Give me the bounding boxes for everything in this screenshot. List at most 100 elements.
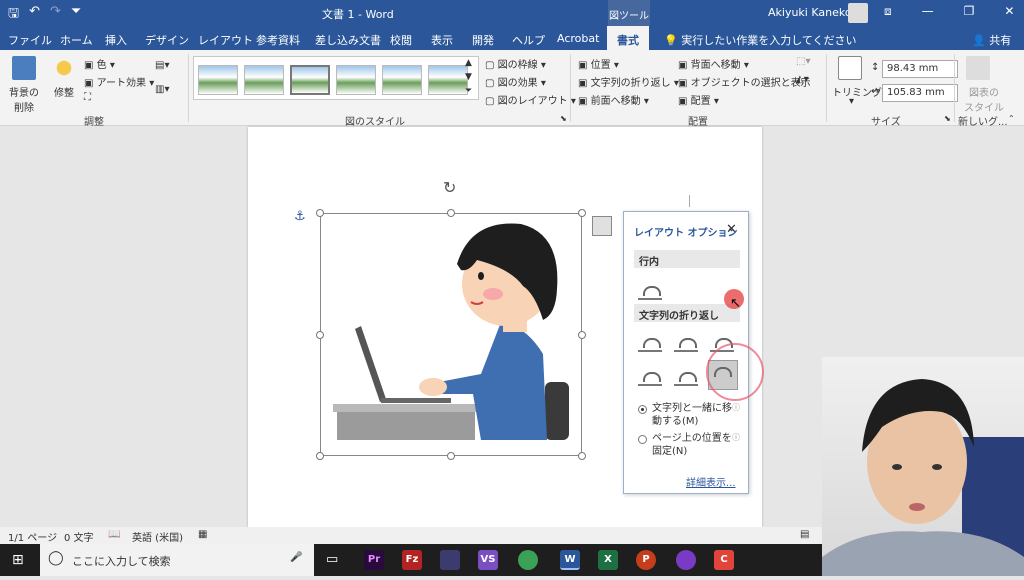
close-icon[interactable]: ✕ [1004,4,1014,19]
wrap-square-icon[interactable] [638,332,662,352]
move-with-text-radio[interactable] [638,405,647,414]
group-objects-icon[interactable]: ⬚▾ [796,56,810,67]
share-button[interactable]: 👤 共有 [972,32,1011,48]
tab-insert[interactable]: 挿入 [105,32,127,48]
gallery-scroll-up-icon[interactable]: ▲ [465,58,472,68]
tab-developer[interactable]: 開発 [472,32,494,48]
minimize-icon[interactable]: — [922,4,934,19]
position-button[interactable]: ▣ 位置 ▾ [578,56,619,71]
style-thumb[interactable] [428,65,468,95]
read-mode-icon[interactable]: ▤ [800,529,809,540]
page-count[interactable]: 1/1 ページ [8,529,57,544]
compress-icon[interactable]: ⛶ [84,92,91,103]
chart-styles-button[interactable]: 図表の スタイル [964,84,1004,114]
redo-icon[interactable]: ↷ [50,4,61,26]
ribbon-display-options-icon[interactable]: ⧈ [884,4,892,19]
bring-forward-button[interactable]: ▣ 前面へ移動 ▾ [578,92,649,107]
tab-home[interactable]: ホーム [60,32,93,48]
collapse-ribbon-icon[interactable]: ⌃ [1008,114,1015,123]
color-button[interactable]: ▣ 色 ▾ [84,56,115,71]
resize-handle[interactable] [316,331,324,339]
resize-handle[interactable] [578,452,586,460]
info-icon[interactable]: ⓘ [732,432,740,443]
remove-background-icon[interactable] [12,56,36,80]
selected-picture[interactable] [320,213,582,456]
tab-design[interactable]: デザイン [145,32,189,48]
wrap-top-bottom-icon[interactable] [638,366,662,386]
resize-handle[interactable] [578,209,586,217]
tab-references[interactable]: 参考資料 [256,32,300,48]
crop-icon[interactable] [838,56,862,80]
language-status[interactable]: 英語 (米国) [132,529,183,544]
undo-icon[interactable]: ↶ [29,4,40,26]
resize-handle[interactable] [447,209,455,217]
app-icon[interactable]: C [714,550,734,570]
style-thumb[interactable] [336,65,376,95]
corrections-button[interactable]: 修整 [54,84,74,99]
resize-handle[interactable] [447,452,455,460]
premiere-icon[interactable]: Pr [364,550,384,570]
close-icon[interactable]: ✕ [726,222,737,237]
rotate-objects-icon[interactable]: ◭▾ [796,74,809,85]
tab-layout[interactable]: レイアウト [198,32,253,48]
reset-picture-icon[interactable]: ▥▾ [155,84,169,95]
gallery-scroll-down-icon[interactable]: ▼ [465,72,472,82]
word-count[interactable]: 0 文字 [64,529,94,544]
send-backward-button[interactable]: ▣ 背面へ移動 ▾ [678,56,749,71]
microphone-icon[interactable]: 🎤 [290,552,302,563]
crop-dropdown-icon[interactable]: ▾ [849,96,854,107]
tab-format[interactable]: 書式 [607,26,649,50]
tab-mailings[interactable]: 差し込み文書 [315,32,381,48]
styles-dialog-launcher-icon[interactable]: ⬊ [560,114,567,123]
windows-start-icon[interactable]: ⊞ [12,552,24,568]
wrap-text-button[interactable]: ▣ 文字列の折り返し ▾ [578,74,679,89]
excel-icon[interactable]: X [598,550,618,570]
save-icon[interactable]: 🖫 [8,4,19,26]
style-thumb[interactable] [290,65,330,95]
anchor-icon[interactable]: ⚓ [294,209,306,224]
resize-handle[interactable] [578,331,586,339]
art-effects-button[interactable]: ▣ アート効果 ▾ [84,74,154,89]
filezilla-icon[interactable]: Fz [402,550,422,570]
layout-options-button[interactable] [592,216,612,236]
word-icon[interactable]: W [560,550,580,570]
style-thumb[interactable] [382,65,422,95]
selection-pane-button[interactable]: ▣ オブジェクトの選択と表示 [678,74,811,89]
picture-layout-button[interactable]: ▢ 図のレイアウト ▾ [485,92,576,107]
wrap-behind-text-icon[interactable] [674,366,698,386]
task-view-icon[interactable]: ▭ [326,552,338,567]
remove-background-button[interactable]: 背景の 削除 [9,84,39,114]
resize-handle[interactable] [316,209,324,217]
avatar[interactable] [848,3,868,23]
tab-acrobat[interactable]: Acrobat [557,32,599,45]
change-picture-icon[interactable]: ▤▾ [155,60,169,71]
restore-icon[interactable]: ❐ [964,4,975,19]
align-button[interactable]: ▣ 配置 ▾ [678,92,719,107]
fix-position-radio[interactable] [638,435,647,444]
size-dialog-launcher-icon[interactable]: ⬊ [944,114,951,123]
see-more-link[interactable]: 詳細表示... [686,474,736,489]
style-thumb[interactable] [244,65,284,95]
tell-me-input[interactable]: 💡 実行したい作業を入力してください [664,32,857,48]
height-input[interactable]: 98.43 mm [882,60,958,78]
customize-qat-icon[interactable]: ⏷ [71,4,81,26]
app-icon[interactable] [676,550,696,570]
tab-view[interactable]: 表示 [431,32,453,48]
inline-with-text-icon[interactable] [638,280,662,300]
gallery-more-icon[interactable]: ⏷ [465,86,472,96]
taskbar-search-input[interactable]: ◯ ここに入力して検索 🎤 [40,544,314,576]
proofing-icon[interactable]: 📖 [108,529,120,540]
app-icon[interactable] [440,550,460,570]
rotate-handle-icon[interactable]: ↻ [443,178,456,197]
app-icon[interactable] [518,550,538,570]
tab-review[interactable]: 校閲 [390,32,412,48]
tab-help[interactable]: ヘルプ [512,32,545,48]
tab-file[interactable]: ファイル [8,32,52,48]
picture-effects-button[interactable]: ▢ 図の効果 ▾ [485,74,546,89]
visual-studio-icon[interactable]: VS [478,550,498,570]
powerpoint-icon[interactable]: P [636,550,656,570]
picture-border-button[interactable]: ▢ 図の枠線 ▾ [485,56,546,71]
macro-icon[interactable]: ▦ [198,529,207,540]
wrap-tight-icon[interactable] [674,332,698,352]
resize-handle[interactable] [316,452,324,460]
